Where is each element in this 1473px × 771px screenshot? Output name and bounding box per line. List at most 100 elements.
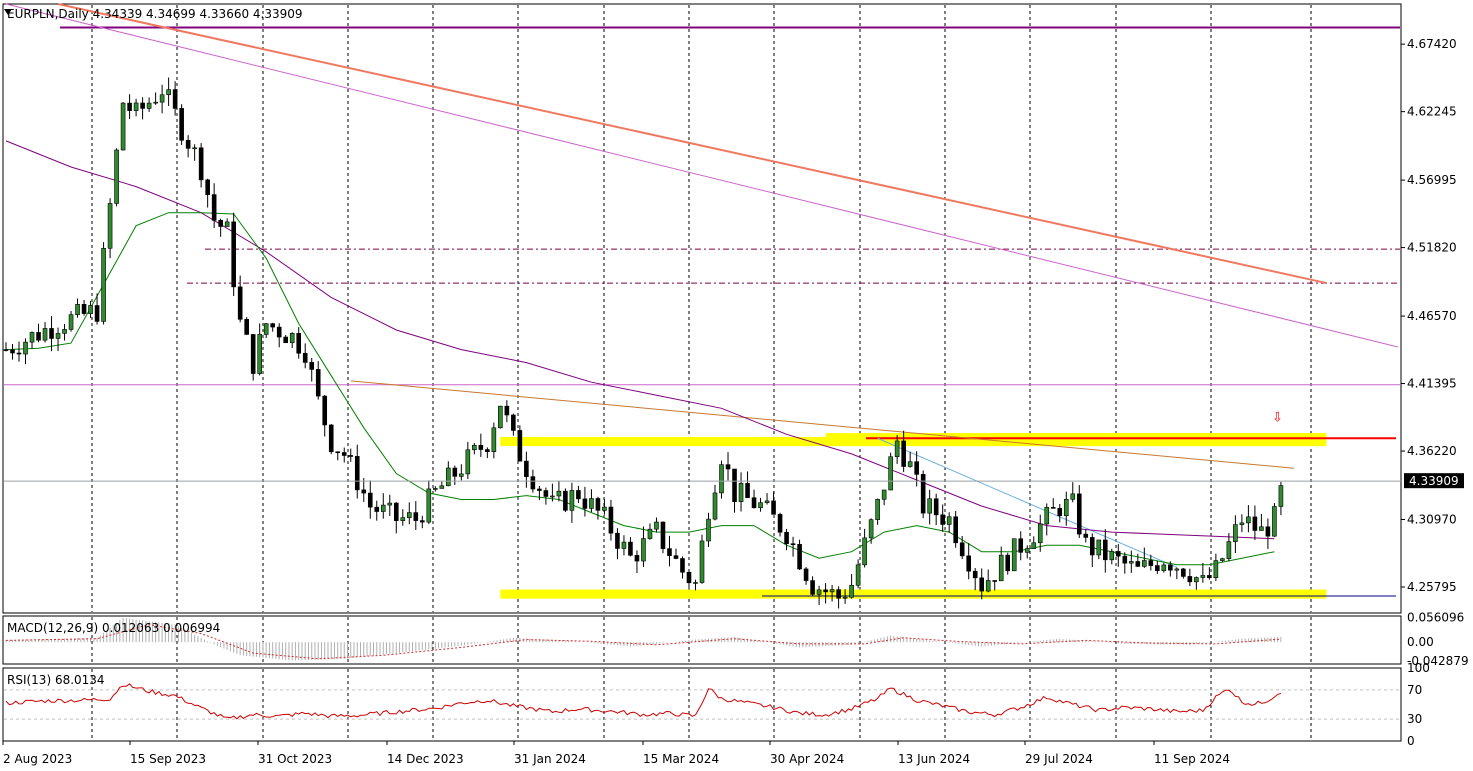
candle-body [842, 596, 848, 599]
candle-body [875, 499, 880, 520]
trendline [5, 3, 1399, 348]
candle-body [433, 488, 438, 490]
candle-body [387, 502, 393, 506]
chart-header: EURPLN,Daily 4.34339 4.34699 4.33660 4.3… [7, 7, 303, 21]
candle-body [75, 304, 80, 315]
time-tick-label: 15 Sep 2023 [130, 752, 206, 766]
candle-body [179, 108, 184, 141]
candle-body [719, 464, 724, 494]
candle-body [855, 564, 861, 586]
candle-body [1044, 507, 1050, 525]
price-tick-label: 4.46570 [1407, 309, 1457, 323]
candle-body [1265, 526, 1271, 537]
candle-body [1259, 526, 1264, 531]
candle-body [712, 492, 718, 520]
candle-body [894, 440, 900, 458]
candle-body [231, 221, 236, 288]
time-tick-label: 2 Aug 2023 [3, 752, 72, 766]
candle-body [914, 461, 919, 475]
candle-body [446, 467, 451, 487]
price-tick-label: 4.62245 [1407, 105, 1457, 119]
candle-body [1239, 522, 1245, 525]
support-resistance-zone [500, 589, 1327, 599]
candle-body [302, 352, 308, 363]
candle-body [569, 490, 575, 511]
candle-body [1109, 551, 1115, 561]
rsi-label: RSI(13) 68.0134 [7, 673, 105, 687]
candle-body [933, 498, 939, 516]
candle-body [940, 514, 945, 525]
candle-body [296, 333, 302, 354]
candle-body [985, 580, 991, 592]
candle-body [1057, 507, 1063, 517]
rsi-line [5, 683, 1282, 720]
candle-body [576, 490, 581, 500]
candle-body [270, 323, 275, 328]
macd-tick-label: 0.056096 [1407, 611, 1464, 625]
candle-body [276, 326, 282, 338]
candle-body [771, 500, 776, 515]
candle-body [62, 329, 67, 334]
candle-body [563, 490, 568, 511]
candle-body [641, 538, 646, 562]
time-axis: 2 Aug 2023 15 Sep 2023 31 Oct 2023 14 Dec 2… [2, 741, 1230, 766]
candle-body [647, 528, 653, 539]
candle-body [862, 537, 867, 566]
candle-body [1252, 516, 1258, 531]
candle-body [582, 498, 588, 509]
candle-body [36, 332, 41, 341]
candle-body [29, 332, 35, 343]
candle-body [998, 554, 1004, 582]
candle-body [1063, 499, 1069, 517]
candle-body [23, 341, 28, 355]
candle-body [367, 492, 373, 508]
candle-body [1246, 516, 1251, 524]
candles [3, 77, 1284, 609]
candle-body [595, 498, 601, 511]
time-tick-label: 13 Jun 2024 [898, 752, 970, 766]
candle-body [309, 362, 315, 370]
candle-body [1168, 564, 1173, 571]
candle-body [836, 589, 841, 599]
moving-average-line [5, 212, 1275, 566]
candle-body [88, 305, 93, 314]
candle-body [354, 456, 360, 491]
macd-tick-label: 0.00 [1407, 635, 1434, 649]
trendline [350, 380, 1294, 469]
candle-body [1050, 507, 1056, 509]
candle-body [550, 495, 555, 498]
price-tick-label: 4.30970 [1407, 512, 1457, 526]
candle-body [511, 414, 516, 431]
candle-body [803, 568, 809, 581]
candle-body [849, 585, 854, 598]
candle-body [1096, 539, 1102, 556]
candle-body [1272, 506, 1277, 537]
candle-body [361, 489, 367, 494]
candle-body [16, 352, 22, 355]
candle-body [133, 102, 139, 111]
candle-body [517, 430, 523, 462]
price-tick-label: 4.67420 [1407, 37, 1457, 51]
price-tick-label: 4.25795 [1407, 580, 1457, 594]
candle-body [114, 149, 119, 204]
candle-body [393, 502, 399, 521]
candle-body [660, 521, 666, 549]
candle-body [81, 304, 87, 314]
candle-body [966, 555, 971, 572]
price-frame [2, 3, 1402, 614]
candle-body [185, 139, 191, 149]
candle-body [1011, 538, 1017, 572]
candle-body [1155, 565, 1160, 571]
candle-body [198, 147, 204, 181]
candle-body [829, 589, 835, 593]
candle-body [1220, 558, 1225, 561]
time-tick-label: 15 Mar 2024 [643, 752, 719, 766]
candle-body [1129, 561, 1134, 564]
time-tick-label: 14 Dec 2023 [387, 752, 464, 766]
candle-body [1233, 524, 1238, 542]
candle-body [146, 102, 152, 109]
candle-body [537, 488, 542, 491]
candle-body [1024, 548, 1030, 553]
candle-body [1037, 523, 1043, 544]
candle-body [452, 467, 458, 477]
